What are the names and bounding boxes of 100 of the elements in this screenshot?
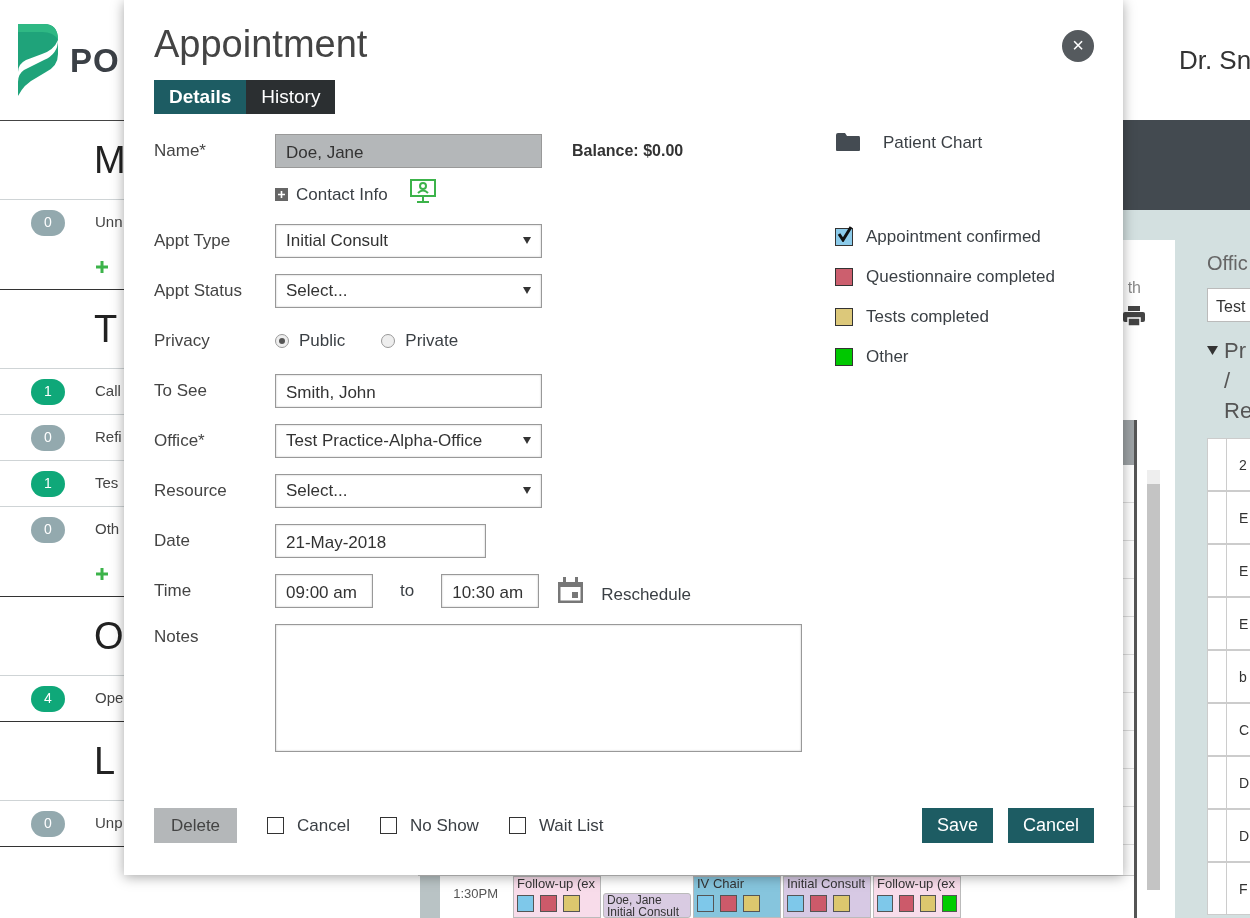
- scrollbar[interactable]: [1147, 470, 1160, 890]
- table-cell-text: 2: [1238, 456, 1247, 475]
- section-heading: L: [94, 742, 116, 780]
- close-button[interactable]: ×: [1062, 30, 1094, 62]
- caret-icon: [523, 287, 531, 295]
- tab[interactable]: History: [246, 79, 336, 114]
- appointment-block[interactable]: Doe, Jane Initial Consult: [603, 893, 691, 918]
- sidebar-item[interactable]: Call: [95, 380, 121, 403]
- field-label: Appt Type: [154, 229, 232, 252]
- status-checkbox[interactable]: [835, 228, 853, 247]
- field-label: To See: [154, 379, 208, 402]
- status-checkbox[interactable]: [835, 348, 853, 367]
- radio-label: Public: [299, 329, 346, 352]
- caret-icon: [523, 237, 531, 245]
- radio-button[interactable]: [381, 333, 396, 348]
- count-badge: 0: [31, 424, 65, 451]
- appointment-title: IV Chair: [697, 877, 745, 891]
- field-label: Time: [154, 579, 193, 602]
- sidebar-item[interactable]: Ope: [95, 687, 124, 710]
- checkbox-label: Cancel: [297, 814, 350, 837]
- dropdown-field[interactable]: Select...: [275, 473, 542, 508]
- time-field[interactable]: 09:00 am: [275, 573, 373, 608]
- appointment-block[interactable]: Initial Consult: [783, 876, 871, 918]
- status-checkbox[interactable]: [835, 308, 853, 327]
- calendar-icon[interactable]: [557, 577, 585, 605]
- caret-icon[interactable]: [1207, 346, 1218, 356]
- dropdown-field[interactable]: Select...: [275, 273, 542, 308]
- table-cell-text: E: [1238, 562, 1249, 581]
- text-field[interactable]: Smith, John: [275, 373, 542, 408]
- count-badge: 1: [31, 378, 65, 405]
- legend-label: Appointment confirmed: [866, 226, 1041, 249]
- notes-field[interactable]: [275, 623, 802, 752]
- sidebar-item[interactable]: Oth: [95, 518, 120, 541]
- checkbox[interactable]: [379, 817, 397, 834]
- panel-heading: Offic: [1207, 251, 1249, 276]
- legend-label: Questionnaire completed: [866, 266, 1055, 289]
- field-label: Office*: [154, 429, 206, 452]
- table-cell-text: b: [1238, 668, 1247, 687]
- checkbox[interactable]: [267, 817, 284, 834]
- section-heading: M: [94, 141, 126, 179]
- action-button[interactable]: Save: [921, 808, 993, 843]
- field-label: Appt Status: [154, 279, 243, 302]
- table-cell-text: D: [1238, 774, 1250, 793]
- action-button[interactable]: Cancel: [1007, 808, 1094, 843]
- field-label: Date: [154, 529, 191, 552]
- field-label: Resource: [154, 479, 228, 502]
- monitor-person-icon[interactable]: [409, 178, 436, 203]
- checkbox-label: Wait List: [538, 814, 604, 837]
- dropdown-field[interactable]: Initial Consult: [275, 223, 542, 258]
- time-column-strip: [420, 876, 440, 918]
- legend-label: Tests completed: [866, 306, 989, 329]
- logo-text: PO: [70, 43, 120, 77]
- appointment-block[interactable]: Follow-up (ex: [513, 876, 601, 918]
- appointment-title: Follow-up (ex: [517, 877, 597, 891]
- dropdown-field[interactable]: Test Practice-Alpha-Office: [275, 423, 542, 458]
- sidebar-item[interactable]: Unp: [95, 812, 123, 835]
- view-label[interactable]: th: [1127, 276, 1141, 300]
- appointment-block[interactable]: IV Chair: [693, 876, 781, 918]
- date-field[interactable]: 21-May-2018: [275, 523, 486, 558]
- delete-button[interactable]: Delete: [154, 808, 237, 843]
- checkbox-label: No Show: [409, 814, 479, 837]
- plus-icon[interactable]: [275, 188, 288, 202]
- checkbox[interactable]: [508, 817, 526, 834]
- plus-icon[interactable]: [96, 261, 108, 273]
- count-badge: 1: [31, 470, 65, 497]
- count-badge: 4: [31, 685, 65, 712]
- contact-info-link[interactable]: Contact Info: [296, 181, 388, 208]
- radio-button[interactable]: [275, 333, 289, 348]
- to-label: to: [400, 579, 415, 602]
- table-cell-text: D: [1238, 827, 1250, 846]
- table-cell-text: E: [1238, 509, 1249, 528]
- radio-label: Private: [405, 329, 459, 352]
- group-title: Pr: [1224, 337, 1247, 365]
- table-cell-text: E: [1238, 615, 1249, 634]
- balance-text: Balance: $0.00: [572, 140, 684, 161]
- table-cell-text: F: [1238, 880, 1248, 899]
- tab[interactable]: Details: [154, 79, 247, 114]
- folder-icon[interactable]: [835, 132, 861, 153]
- sidebar-item[interactable]: Unn: [95, 211, 123, 234]
- reschedule-link[interactable]: Reschedule: [601, 581, 691, 608]
- caret-icon: [523, 437, 531, 445]
- appointment-title: Follow-up (ex: [877, 877, 957, 891]
- appointment-block[interactable]: Follow-up (ex: [873, 876, 961, 918]
- appointment-type: Initial Consult: [607, 906, 681, 917]
- section-heading: O: [94, 617, 124, 655]
- text-field: Doe, Jane: [275, 133, 542, 168]
- count-badge: 0: [31, 516, 65, 543]
- office-select[interactable]: Test: [1207, 288, 1250, 322]
- plus-icon[interactable]: [96, 568, 108, 580]
- sidebar-item[interactable]: Tes: [95, 472, 119, 495]
- patient-chart-link[interactable]: Patient Chart: [883, 129, 983, 156]
- field-label: Privacy: [154, 329, 211, 352]
- time-field[interactable]: 10:30 am: [441, 573, 540, 608]
- status-checkbox[interactable]: [835, 268, 853, 287]
- printer-icon[interactable]: [1123, 306, 1145, 326]
- user-name: Dr. Sn: [1178, 43, 1250, 77]
- sidebar-item[interactable]: Refi: [95, 426, 122, 449]
- appointment-title: Initial Consult: [787, 877, 867, 891]
- count-badge: 0: [31, 810, 65, 837]
- time-label: 1:30PM: [452, 885, 499, 903]
